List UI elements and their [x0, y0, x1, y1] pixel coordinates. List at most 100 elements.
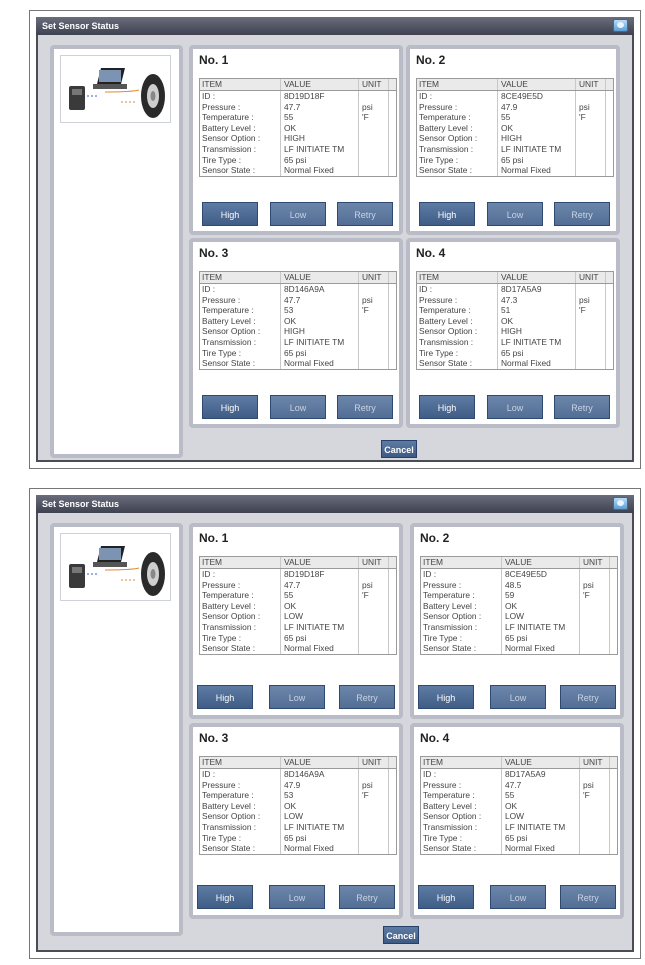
table-row: Pressure :47.7 psi: [200, 579, 396, 591]
sensor-number: No. 3: [199, 246, 229, 260]
low-button[interactable]: Low: [490, 685, 546, 709]
sensor-panel-4: No. 4 ITEM VALUE UNIT ID :8D17A5A9 Press…: [410, 723, 624, 919]
set-sensor-status-window: Set Sensor Status No. 1 ITEM VALUE UNIT …: [36, 495, 634, 952]
high-button[interactable]: High: [419, 202, 475, 226]
high-button[interactable]: High: [418, 885, 474, 909]
window-titlebar: Set Sensor Status: [36, 17, 634, 35]
table-row: Sensor Option : LOW: [200, 611, 396, 622]
table-header: ITEM VALUE UNIT: [200, 557, 396, 569]
table-header: ITEM VALUE UNIT: [417, 272, 613, 284]
sensor-table: ITEM VALUE UNIT ID :8D19D18F Pressure :4…: [199, 78, 397, 177]
table-row: Tire Type :65 psi: [200, 154, 396, 166]
table-row: Sensor State : Normal Fixed: [421, 643, 617, 654]
sensor-number: No. 4: [416, 246, 446, 260]
table-row: Tire Type :65 psi: [417, 347, 613, 359]
table-row: Pressure :47.9 psi: [200, 779, 396, 791]
table-row: Transmission : LF INITIATE TM: [200, 821, 396, 833]
table-row: Pressure :47.9 psi: [417, 101, 613, 113]
table-header: ITEM VALUE UNIT: [200, 757, 396, 769]
cancel-button[interactable]: Cancel: [383, 926, 419, 944]
sensor-panel-2: No. 2 ITEM VALUE UNIT ID :8CE49E5D Press…: [406, 45, 620, 235]
table-header: ITEM VALUE UNIT: [200, 79, 396, 91]
sensor-table: ITEM VALUE UNIT ID :8CE49E5D Pressure :4…: [416, 78, 614, 177]
table-row: Transmission : LF INITIATE TM: [200, 336, 396, 348]
retry-button[interactable]: Retry: [337, 202, 393, 226]
sensor-table: ITEM VALUE UNIT ID :8CE49E5D Pressure :4…: [420, 556, 618, 655]
retry-button[interactable]: Retry: [554, 202, 610, 226]
high-button[interactable]: High: [197, 685, 253, 709]
window-client-area: No. 1 ITEM VALUE UNIT ID :8D19D18F Press…: [38, 35, 632, 460]
low-button[interactable]: Low: [487, 395, 543, 419]
table-row: ID :8CE49E5D: [417, 91, 613, 102]
table-row: ID :8D17A5A9: [417, 284, 613, 295]
sensor-table: ITEM VALUE UNIT ID :8D146A9A Pressure :4…: [199, 756, 397, 855]
table-row: Battery Level : OK: [200, 315, 396, 327]
retry-button[interactable]: Retry: [560, 685, 616, 709]
table-header: ITEM VALUE UNIT: [417, 79, 613, 91]
table-row: Sensor State : Normal Fixed: [417, 358, 613, 369]
table-row: Tire Type :65 psi: [417, 154, 613, 166]
table-row: Sensor State : Normal Fixed: [200, 165, 396, 176]
low-button[interactable]: Low: [269, 885, 325, 909]
table-row: ID :8CE49E5D: [421, 569, 617, 580]
high-button[interactable]: High: [418, 685, 474, 709]
set-sensor-status-window: Set Sensor Status No. 1 ITEM VALUE UNIT …: [36, 17, 634, 462]
sensor-table: ITEM VALUE UNIT ID :8D17A5A9 Pressure :4…: [420, 756, 618, 855]
table-header: ITEM VALUE UNIT: [421, 557, 617, 569]
sensor-number: No. 2: [420, 531, 450, 545]
high-button[interactable]: High: [419, 395, 475, 419]
sensor-panel-1: No. 1 ITEM VALUE UNIT ID :8D19D18F Press…: [189, 45, 403, 235]
table-row: Temperature :55 'F: [200, 590, 396, 601]
table-row: Sensor Option : LOW: [421, 811, 617, 822]
table-header: ITEM VALUE UNIT: [200, 272, 396, 284]
scan-tool-laptop-sensor-tire-icon: [60, 533, 171, 601]
table-row: Sensor State : Normal Fixed: [200, 643, 396, 654]
high-button[interactable]: High: [202, 395, 258, 419]
low-button[interactable]: Low: [269, 685, 325, 709]
illustration-panel: [50, 45, 183, 458]
table-row: ID :8D146A9A: [200, 769, 396, 780]
window-icon[interactable]: [613, 497, 628, 510]
table-header: ITEM VALUE UNIT: [421, 757, 617, 769]
retry-button[interactable]: Retry: [560, 885, 616, 909]
retry-button[interactable]: Retry: [554, 395, 610, 419]
table-row: Temperature :51 'F: [417, 305, 613, 316]
sensor-number: No. 4: [420, 731, 450, 745]
high-button[interactable]: High: [202, 202, 258, 226]
table-row: Pressure :47.7 psi: [200, 294, 396, 306]
retry-button[interactable]: Retry: [339, 885, 395, 909]
sensor-number: No. 1: [199, 53, 229, 67]
table-row: Tire Type :65 psi: [200, 832, 396, 844]
high-button[interactable]: High: [197, 885, 253, 909]
table-row: Tire Type :65 psi: [200, 632, 396, 644]
window-icon[interactable]: [613, 19, 628, 32]
table-row: Tire Type :65 psi: [421, 632, 617, 644]
table-row: Sensor State : Normal Fixed: [200, 843, 396, 854]
table-row: Temperature :59 'F: [421, 590, 617, 601]
retry-button[interactable]: Retry: [339, 685, 395, 709]
sensor-number: No. 2: [416, 53, 446, 67]
sensor-table: ITEM VALUE UNIT ID :8D17A5A9 Pressure :4…: [416, 271, 614, 370]
low-button[interactable]: Low: [490, 885, 546, 909]
table-row: Transmission : LF INITIATE TM: [200, 621, 396, 633]
table-row: Transmission : LF INITIATE TM: [417, 143, 613, 155]
table-row: Sensor Option : HIGH: [200, 133, 396, 144]
window-title: Set Sensor Status: [42, 21, 120, 31]
retry-button[interactable]: Retry: [337, 395, 393, 419]
scan-tool-laptop-sensor-tire-icon: [60, 55, 171, 123]
cancel-button[interactable]: Cancel: [381, 440, 417, 458]
col-value: VALUE: [281, 79, 359, 90]
low-button[interactable]: Low: [270, 395, 326, 419]
low-button[interactable]: Low: [487, 202, 543, 226]
table-row: Pressure :47.3 psi: [417, 294, 613, 306]
table-row: Battery Level : OK: [200, 122, 396, 134]
sensor-number: No. 1: [199, 531, 229, 545]
sensor-panel-1: No. 1 ITEM VALUE UNIT ID :8D19D18F Press…: [189, 523, 403, 719]
window-client-area: No. 1 ITEM VALUE UNIT ID :8D19D18F Press…: [38, 513, 632, 950]
table-row: Sensor Option : HIGH: [417, 133, 613, 144]
low-button[interactable]: Low: [270, 202, 326, 226]
table-row: Tire Type :65 psi: [421, 832, 617, 844]
table-row: Temperature :55 'F: [200, 112, 396, 123]
table-row: Pressure :47.7 psi: [200, 101, 396, 113]
window-title: Set Sensor Status: [42, 499, 120, 509]
